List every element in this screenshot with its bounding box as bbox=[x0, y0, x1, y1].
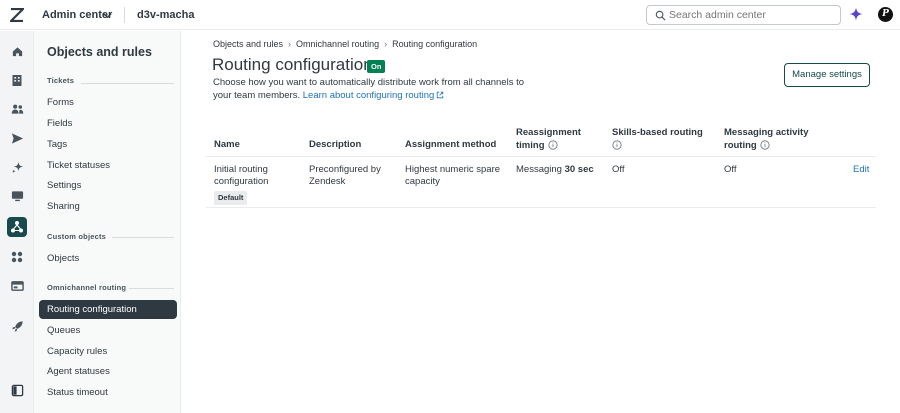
apps-icon[interactable] bbox=[9, 249, 25, 265]
zendesk-logo-icon[interactable] bbox=[10, 8, 24, 22]
column-header-messaging-text: routing bbox=[724, 139, 757, 151]
info-icon[interactable] bbox=[612, 139, 622, 150]
nav-section-custom-objects: Custom objects bbox=[47, 232, 107, 241]
row-timing-cell: Messaging 30 sec bbox=[516, 164, 594, 176]
column-header-reassignment-line1: Reassignment bbox=[516, 127, 581, 138]
column-header-name: Name bbox=[214, 139, 240, 150]
column-header-reassignment-text: timing bbox=[516, 139, 545, 151]
nav-item-fields[interactable]: Fields bbox=[47, 118, 72, 129]
info-icon[interactable] bbox=[760, 139, 770, 150]
chevron-right-icon: › bbox=[384, 39, 388, 49]
row-skills-cell: Off bbox=[612, 164, 625, 175]
nav-divider bbox=[129, 288, 174, 289]
row-assignment-line1: Highest numeric spare bbox=[405, 164, 501, 175]
search-input[interactable] bbox=[669, 8, 834, 22]
send-icon[interactable] bbox=[9, 130, 25, 146]
column-header-skills-text: Skills-based routing bbox=[612, 127, 703, 138]
nav-item-ticket-statuses[interactable]: Ticket statuses bbox=[47, 160, 110, 171]
nav-section-omnichannel: Omnichannel routing bbox=[47, 283, 127, 292]
column-header-skills-info bbox=[612, 139, 703, 153]
breadcrumb-item[interactable]: Objects and rules bbox=[213, 39, 283, 49]
sidebar-toggle-icon[interactable] bbox=[9, 382, 25, 398]
rocket-icon[interactable] bbox=[9, 318, 25, 334]
column-header-messaging-line1: Messaging activity bbox=[724, 127, 809, 138]
row-assignment-line2: capacity bbox=[405, 176, 440, 187]
user-avatar[interactable]: P bbox=[878, 7, 893, 22]
page-title: Routing configuration bbox=[212, 55, 373, 74]
column-header-reassignment: Reassignment timing bbox=[516, 127, 581, 152]
column-header-messaging: Messaging activity routing bbox=[724, 127, 808, 152]
nav-item-agent-statuses[interactable]: Agent statuses bbox=[47, 366, 110, 377]
nav-item-routing-configuration[interactable]: Routing configuration bbox=[39, 300, 177, 319]
main-content: Objects and rules › Omnichannel routing … bbox=[182, 31, 900, 413]
monitor-icon[interactable] bbox=[9, 188, 25, 204]
page-description: Choose how you want to automatically dis… bbox=[213, 76, 543, 102]
nav-item-sharing[interactable]: Sharing bbox=[47, 201, 80, 212]
column-header-reassignment-line2: timing bbox=[516, 140, 581, 153]
column-header-skills: Skills-based routing bbox=[612, 127, 703, 152]
column-header-description: Description bbox=[309, 139, 362, 150]
breadcrumb: Objects and rules › Omnichannel routing … bbox=[213, 39, 477, 49]
default-badge: Default bbox=[214, 191, 248, 205]
secondary-nav: Objects and rules Tickets Forms Fields T… bbox=[34, 31, 181, 413]
header-divider bbox=[124, 7, 125, 23]
search-icon bbox=[655, 10, 666, 21]
row-name-line2: configuration bbox=[214, 176, 269, 187]
row-timing-prefix: Messaging bbox=[516, 164, 565, 175]
status-badge: On bbox=[367, 60, 386, 73]
nav-item-queues[interactable]: Queues bbox=[47, 325, 80, 336]
nav-divider bbox=[112, 237, 174, 238]
manage-settings-button[interactable]: Manage settings bbox=[784, 63, 870, 87]
row-timing-value: 30 sec bbox=[564, 164, 594, 175]
external-link-icon bbox=[437, 91, 444, 99]
ai-sparkle-icon[interactable] bbox=[849, 7, 863, 21]
nav-item-tags[interactable]: Tags bbox=[47, 139, 67, 150]
nav-divider bbox=[81, 83, 174, 84]
row-description-line2: Zendesk bbox=[309, 176, 346, 187]
nav-item-settings[interactable]: Settings bbox=[47, 180, 81, 191]
nav-item-forms[interactable]: Forms bbox=[47, 97, 74, 108]
breadcrumb-item[interactable]: Omnichannel routing bbox=[296, 39, 379, 49]
edit-link[interactable]: Edit bbox=[853, 164, 869, 175]
column-header-assignment: Assignment method bbox=[405, 139, 497, 150]
chevron-right-icon: › bbox=[288, 39, 292, 49]
nav-item-status-timeout[interactable]: Status timeout bbox=[47, 387, 108, 398]
nav-section-tickets: Tickets bbox=[47, 76, 75, 85]
top-bar: Admin center d3v-macha P bbox=[0, 0, 900, 30]
row-description-cell: Preconfigured by Zendesk bbox=[309, 164, 381, 188]
account-name: d3v-macha bbox=[137, 9, 195, 21]
people-icon[interactable] bbox=[9, 101, 25, 117]
search-box[interactable] bbox=[646, 5, 841, 25]
row-assignment-cell: Highest numeric spare capacity bbox=[405, 164, 500, 188]
row-name-line1: Initial routing bbox=[214, 164, 268, 175]
product-rail bbox=[0, 31, 34, 413]
home-icon[interactable] bbox=[9, 43, 25, 59]
row-messaging-cell: Off bbox=[724, 164, 737, 175]
column-header-messaging-line2: routing bbox=[724, 140, 808, 153]
info-icon[interactable] bbox=[547, 139, 558, 150]
learn-more-link-label: Learn about configuring routing bbox=[302, 90, 435, 101]
building-icon[interactable] bbox=[9, 72, 25, 88]
routing-icon[interactable] bbox=[7, 217, 27, 237]
row-description-line1: Preconfigured by bbox=[309, 164, 381, 175]
breadcrumb-current: Routing configuration bbox=[392, 39, 478, 49]
nav-title: Objects and rules bbox=[47, 45, 152, 59]
workspace-icon[interactable] bbox=[9, 278, 25, 294]
row-name-cell: Initial routing configuration Default bbox=[214, 164, 268, 205]
sparkle-icon[interactable] bbox=[9, 159, 25, 175]
nav-item-capacity-rules[interactable]: Capacity rules bbox=[47, 346, 107, 357]
header-divider-line bbox=[206, 156, 876, 157]
learn-more-link[interactable]: Learn about configuring routing bbox=[303, 90, 445, 101]
chevron-down-icon[interactable] bbox=[102, 10, 113, 21]
row-divider-line bbox=[206, 207, 876, 208]
nav-item-objects[interactable]: Objects bbox=[47, 253, 79, 264]
